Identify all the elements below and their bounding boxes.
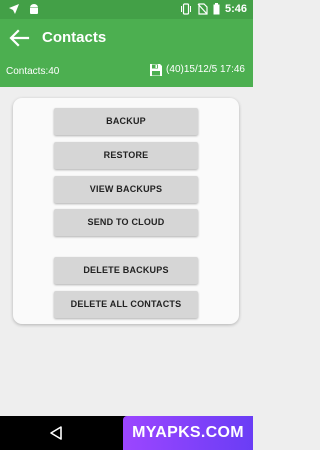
no-sim-icon: [197, 3, 208, 15]
page-title: Contacts: [42, 29, 107, 46]
delete-backups-button[interactable]: DELETE BACKUPS: [54, 257, 198, 284]
floppy-disk-icon: [150, 64, 163, 76]
triangle-back-icon[interactable]: [48, 425, 64, 441]
status-right-icons: 5:46: [180, 2, 247, 16]
navigation-arrow-icon: [9, 4, 19, 14]
vibrate-icon: [180, 3, 191, 15]
watermark: MYAPKS.COM: [123, 416, 253, 450]
app-bar: Contacts: [0, 19, 253, 57]
info-bar: Contacts:40 (40)15/12/5 17:46: [0, 57, 253, 87]
actions-card: BACKUP RESTORE VIEW BACKUPS SEND TO CLOU…: [13, 98, 239, 324]
arrow-back-icon[interactable]: [8, 28, 30, 48]
backup-button[interactable]: BACKUP: [54, 108, 198, 135]
contacts-count: Contacts:40: [6, 66, 60, 77]
battery-icon: [213, 3, 220, 15]
last-backup-info: (40)15/12/5 17:46: [149, 63, 245, 77]
status-left-icons: [8, 3, 40, 15]
delete-all-contacts-button[interactable]: DELETE ALL CONTACTS: [54, 291, 198, 318]
restore-button[interactable]: RESTORE: [54, 142, 198, 169]
send-to-cloud-button[interactable]: SEND TO CLOUD: [54, 209, 198, 236]
last-backup-text: (40)15/12/5 17:46: [166, 64, 245, 75]
status-bar: 5:46: [0, 0, 253, 19]
view-backups-button[interactable]: VIEW BACKUPS: [54, 176, 198, 203]
status-time: 5:46: [224, 3, 247, 15]
android-icon: [30, 4, 38, 15]
